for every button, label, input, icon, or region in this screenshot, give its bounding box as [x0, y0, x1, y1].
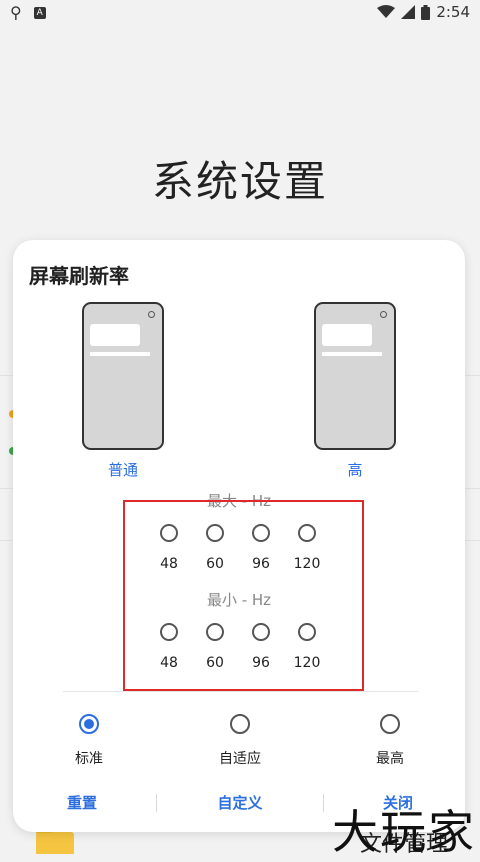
watermark: 大玩家 — [332, 805, 476, 859]
mode-standard[interactable]: 标准 — [49, 714, 129, 768]
mode-adaptive-label: 自适应 — [219, 751, 261, 767]
signal-icon — [401, 5, 416, 19]
mode-adaptive[interactable]: 自适应 — [200, 714, 280, 768]
mode-highest-radio[interactable] — [380, 714, 400, 734]
normal-phone-preview[interactable] — [82, 302, 164, 450]
action-separator — [156, 794, 157, 812]
reset-button[interactable]: 重置 — [32, 792, 132, 813]
battery-icon — [421, 4, 431, 20]
page-title: 系统设置 — [151, 157, 328, 206]
action-separator — [323, 794, 324, 812]
high-phone-preview[interactable] — [314, 302, 396, 450]
folder-icon — [36, 827, 74, 854]
highlight-box — [123, 500, 364, 691]
a-icon: A — [33, 6, 46, 19]
mode-highest-label: 最高 — [376, 751, 404, 767]
status-bar: ⚲ A 2:54 — [0, 0, 480, 26]
custom-button[interactable]: 自定义 — [190, 792, 290, 813]
divider — [63, 691, 418, 692]
search-icon — [148, 311, 155, 318]
normal-option-label[interactable]: 普通 — [82, 459, 164, 480]
high-option-label[interactable]: 高 — [314, 459, 396, 480]
search-icon — [380, 311, 387, 318]
clock: 2:54 — [436, 3, 470, 21]
refresh-rate-dialog: 屏幕刷新率 普通 高 最大 - Hz 48 60 96 120 最小 - Hz … — [13, 240, 465, 832]
wifi-icon — [377, 5, 396, 18]
mode-highest[interactable]: 最高 — [350, 714, 430, 768]
mode-adaptive-radio[interactable] — [230, 714, 250, 734]
mode-standard-radio[interactable] — [79, 714, 99, 734]
bug-icon: ⚲ — [10, 3, 22, 22]
mode-standard-label: 标准 — [75, 751, 103, 767]
dialog-title: 屏幕刷新率 — [29, 264, 129, 288]
